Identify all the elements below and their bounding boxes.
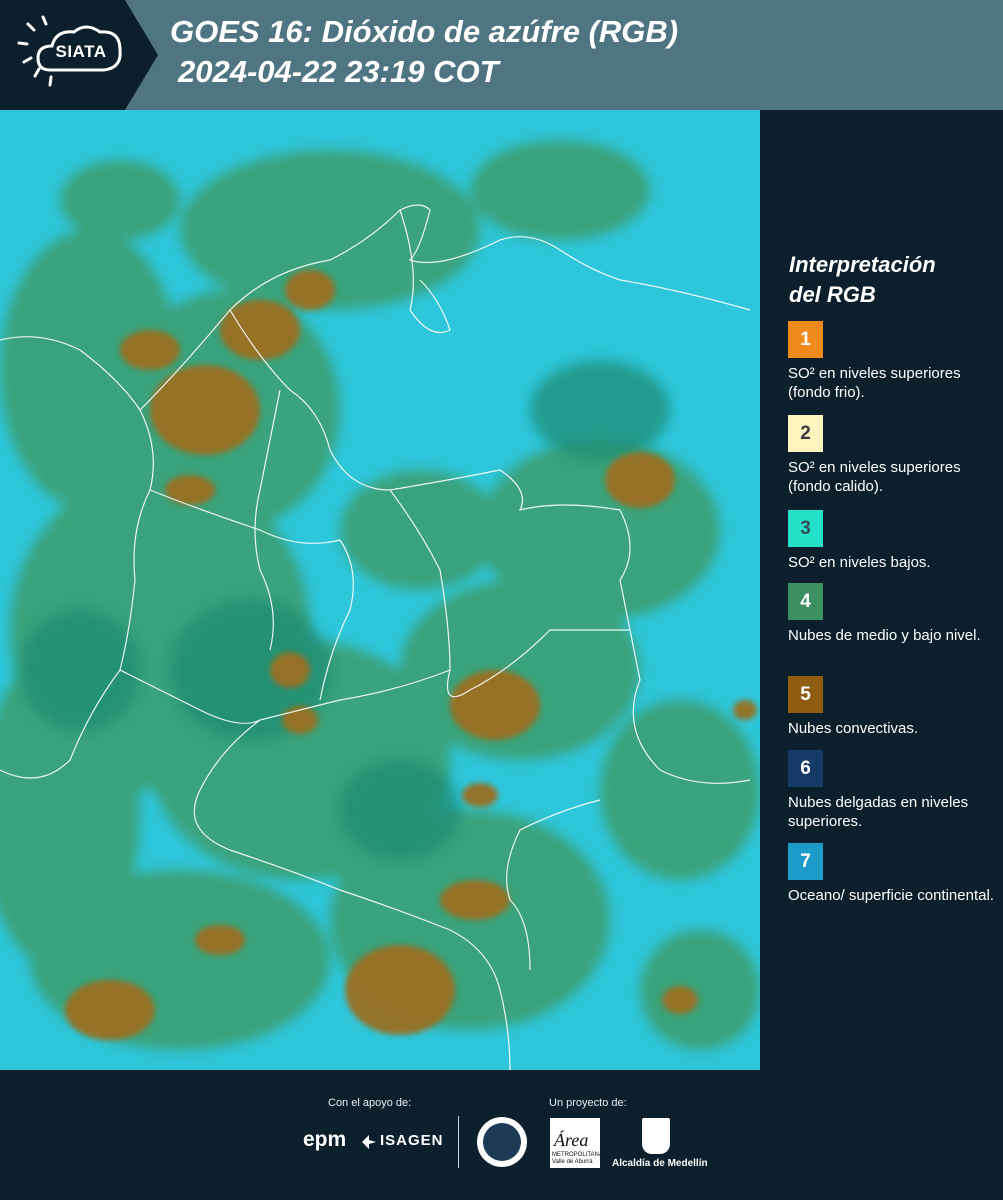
- legend-label: Nubes convectivas.: [788, 720, 919, 737]
- header: SIATA GOES 16: Dióxido de azúfre (RGB) 2…: [0, 0, 1003, 110]
- footer-divider: [458, 1116, 459, 1168]
- epm-logo: epm: [303, 1128, 347, 1151]
- legend-swatch: 3: [788, 510, 823, 547]
- legend-title-line1: Interpretación: [789, 252, 936, 277]
- legend-swatch: 5: [788, 676, 823, 713]
- area-logo-text: Área: [554, 1130, 589, 1150]
- page-title: GOES 16: Dióxido de azúfre (RGB): [170, 14, 679, 49]
- legend-swatch: 2: [788, 415, 823, 452]
- footer: Con el apoyo de: Un proyecto de: epm ISA…: [0, 1070, 1003, 1200]
- legend-item-2: 2 SO² en niveles superiores (fondo calid…: [788, 415, 998, 496]
- legend-item-3: 3 SO² en niveles bajos.: [788, 510, 998, 572]
- legend-title: Interpretación del RGB: [789, 250, 989, 310]
- siata-logo-text: SIATA: [55, 42, 107, 61]
- legend-title-line2: del RGB: [789, 282, 876, 307]
- isagen-logo: ISAGEN: [380, 1132, 444, 1149]
- legend-swatch: 1: [788, 321, 823, 358]
- legend-item-6: 6 Nubes delgadas en niveles superiores.: [788, 750, 998, 831]
- medellin-seal-icon: [477, 1117, 527, 1167]
- siata-logo: SIATA: [0, 0, 158, 110]
- project-caption: Un proyecto de:: [549, 1097, 627, 1109]
- page-timestamp: 2024-04-22 23:19 COT: [178, 54, 499, 89]
- legend-item-5: 5 Nubes convectivas.: [788, 676, 998, 738]
- legend-swatch: 7: [788, 843, 823, 880]
- area-metropolitana-logo: Área METROPOLITANA Valle de Aburrá: [550, 1118, 603, 1168]
- support-caption: Con el apoyo de:: [328, 1097, 412, 1109]
- alcaldia-logo-text: Alcaldía de Medellín: [612, 1158, 708, 1169]
- legend-item-4: 4 Nubes de medio y bajo nivel.: [788, 583, 998, 645]
- legend-swatch: 4: [788, 583, 823, 620]
- legend-label: Oceano/ superficie continental.: [788, 887, 994, 904]
- alcaldia-shield-icon: [642, 1118, 670, 1154]
- satellite-image: [0, 110, 760, 1070]
- isagen-icon: [362, 1135, 376, 1149]
- legend-label: SO² en niveles superiores (fondo frio).: [788, 365, 961, 401]
- legend-item-1: 1 SO² en niveles superiores (fondo frio)…: [788, 321, 998, 402]
- satellite-map: [0, 110, 760, 1070]
- legend-label: SO² en niveles superiores (fondo calido)…: [788, 459, 961, 495]
- legend-panel: Interpretación del RGB 1 SO² en niveles …: [762, 110, 1003, 1070]
- legend-swatch: 6: [788, 750, 823, 787]
- area-logo-subtext: METROPOLITANA Valle de Aburrá: [552, 1152, 603, 1165]
- legend-item-7: 7 Oceano/ superficie continental.: [788, 843, 998, 905]
- legend-label: SO² en niveles bajos.: [788, 554, 931, 571]
- legend-label: Nubes delgadas en niveles superiores.: [788, 794, 969, 830]
- legend-label: Nubes de medio y bajo nivel.: [788, 627, 981, 644]
